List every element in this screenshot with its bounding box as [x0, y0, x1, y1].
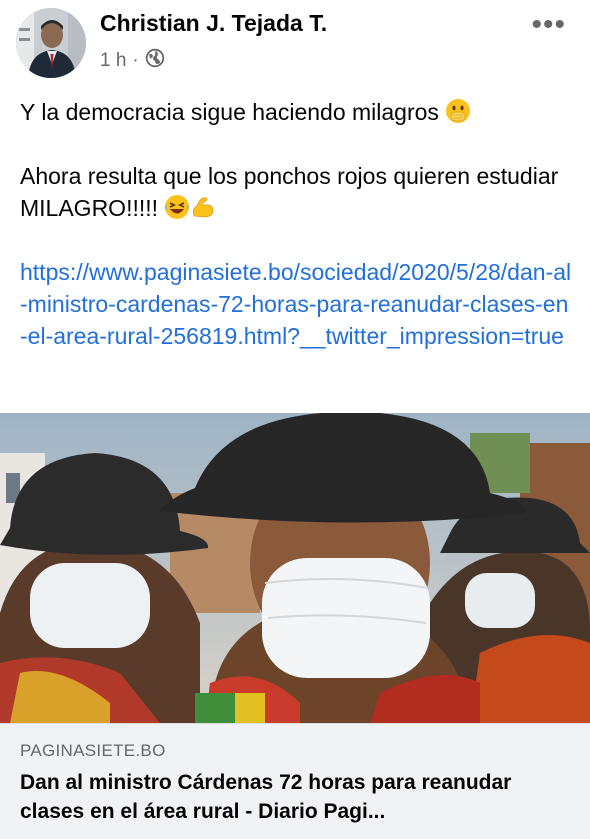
post-text-line-2: Ahora resulta que los ponchos rojos quie… — [20, 160, 575, 224]
post-text-2: Ahora resulta que los ponchos rojos quie… — [20, 163, 559, 221]
post-link[interactable]: https://www.paginasiete.bo/sociedad/2020… — [20, 256, 575, 352]
rolling-on-floor-laughing-emoji — [164, 194, 190, 220]
post-text: Y la democracia sigue haciendo milagros … — [20, 96, 575, 352]
link-preview-card[interactable]: PAGINASIETE.BO Dan al ministro Cárdenas … — [0, 723, 590, 839]
post-meta: 1 h · — [100, 48, 165, 74]
globe-icon — [145, 48, 165, 74]
author-name[interactable]: Christian J. Tejada T. — [100, 10, 327, 37]
link-preview-title[interactable]: Dan al ministro Cárdenas 72 horas para r… — [20, 768, 575, 826]
post-header: Christian J. Tejada T. 1 h · ••• — [0, 0, 590, 88]
more-options-button[interactable]: ••• — [531, 8, 566, 42]
face-with-hand-over-mouth-emoji — [445, 98, 471, 124]
flexed-biceps-emoji — [190, 194, 216, 220]
link-preview-domain: PAGINASIETE.BO — [20, 741, 166, 760]
post-timestamp[interactable]: 1 h — [100, 50, 126, 72]
link-preview-image[interactable] — [0, 413, 590, 723]
post-text-line-1: Y la democracia sigue haciendo milagros — [20, 96, 575, 128]
post-text-1: Y la democracia sigue haciendo milagros — [20, 99, 439, 125]
meta-separator: · — [132, 50, 139, 71]
author-avatar[interactable] — [16, 8, 86, 78]
